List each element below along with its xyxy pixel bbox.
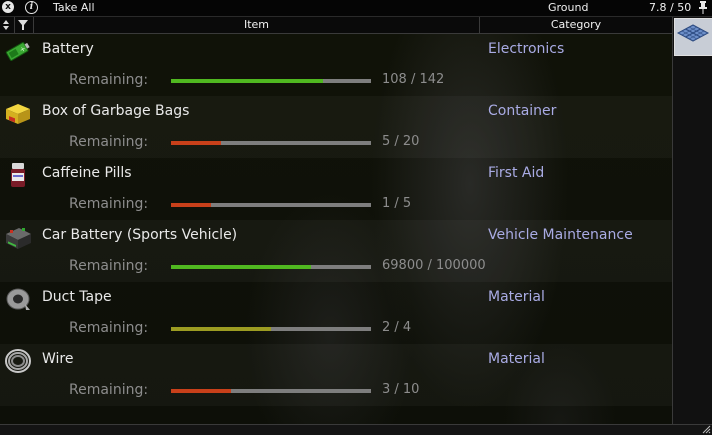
item-category: Material <box>488 289 545 305</box>
container-sidebar <box>672 17 712 424</box>
floor-container-button[interactable] <box>674 18 712 56</box>
window-titlebar: x i Take All Ground 7.8 / 50 <box>0 0 712 17</box>
item-row[interactable]: Duct Tape Material Remaining: 2 / 4 <box>0 282 672 344</box>
item-category: First Aid <box>488 165 545 181</box>
wire-coil-icon <box>5 349 31 373</box>
remaining-label: Remaining: <box>69 134 149 150</box>
item-row[interactable]: Car Battery (Sports Vehicle) Vehicle Mai… <box>0 220 672 282</box>
item-row[interactable]: Box of Garbage Bags Container Remaining:… <box>0 96 672 158</box>
floor-tiles-icon <box>676 24 710 42</box>
item-row[interactable]: Wire Material Remaining: 3 / 10 <box>0 344 672 406</box>
filter-icon[interactable] <box>18 20 28 30</box>
battery-icon: + <box>5 42 30 61</box>
remaining-label: Remaining: <box>69 258 149 274</box>
remaining-label: Remaining: <box>69 196 149 212</box>
remaining-bar-fill <box>171 79 323 83</box>
window-bottom-bar <box>0 424 712 435</box>
remaining-bar-fill <box>171 389 231 393</box>
remaining-bar-fill <box>171 203 211 207</box>
item-name: Wire <box>42 351 74 367</box>
item-category: Electronics <box>488 41 565 57</box>
remaining-value: 69800 / 100000 <box>382 258 486 273</box>
remaining-label: Remaining: <box>69 382 149 398</box>
remaining-value: 3 / 10 <box>382 382 420 397</box>
info-icon[interactable]: i <box>25 1 38 14</box>
remaining-bar <box>171 203 371 207</box>
close-icon[interactable]: x <box>2 1 14 13</box>
weight-readout: 7.8 / 50 <box>649 1 692 14</box>
item-row[interactable]: + Battery Electronics Remaining: 108 / 1… <box>0 34 672 96</box>
garbage-bags-box-icon <box>6 104 30 124</box>
remaining-bar <box>171 327 371 331</box>
item-name: Battery <box>42 41 94 57</box>
remaining-label: Remaining: <box>69 72 149 88</box>
pill-bottle-icon <box>11 163 25 187</box>
car-battery-icon <box>6 228 31 249</box>
column-header: Item Category <box>0 17 672 34</box>
remaining-value: 1 / 5 <box>382 196 412 211</box>
category-column-header[interactable]: Category <box>480 17 672 33</box>
remaining-bar-fill <box>171 327 271 331</box>
remaining-value: 5 / 20 <box>382 134 420 149</box>
remaining-bar <box>171 141 371 145</box>
item-column-header[interactable]: Item <box>34 17 479 33</box>
item-list: + Battery Electronics Remaining: 108 / 1… <box>0 34 672 424</box>
remaining-bar <box>171 79 371 83</box>
remaining-bar-fill <box>171 141 221 145</box>
remaining-value: 2 / 4 <box>382 320 412 335</box>
item-category: Container <box>488 103 557 119</box>
pin-icon[interactable] <box>698 1 708 14</box>
item-category: Material <box>488 351 545 367</box>
item-name: Box of Garbage Bags <box>42 103 190 119</box>
sort-arrows-icon[interactable] <box>3 20 9 30</box>
remaining-bar-fill <box>171 265 311 269</box>
item-name: Caffeine Pills <box>42 165 132 181</box>
item-name: Car Battery (Sports Vehicle) <box>42 227 238 243</box>
resize-handle-icon[interactable] <box>702 425 711 434</box>
duct-tape-icon <box>6 288 30 310</box>
container-name: Ground <box>548 1 589 14</box>
remaining-value: 108 / 142 <box>382 72 445 87</box>
remaining-label: Remaining: <box>69 320 149 336</box>
remaining-bar <box>171 265 371 269</box>
item-category: Vehicle Maintenance <box>488 227 633 243</box>
item-row[interactable]: Caffeine Pills First Aid Remaining: 1 / … <box>0 158 672 220</box>
take-all-button[interactable]: Take All <box>53 0 95 16</box>
remaining-bar <box>171 389 371 393</box>
item-name: Duct Tape <box>42 289 112 305</box>
